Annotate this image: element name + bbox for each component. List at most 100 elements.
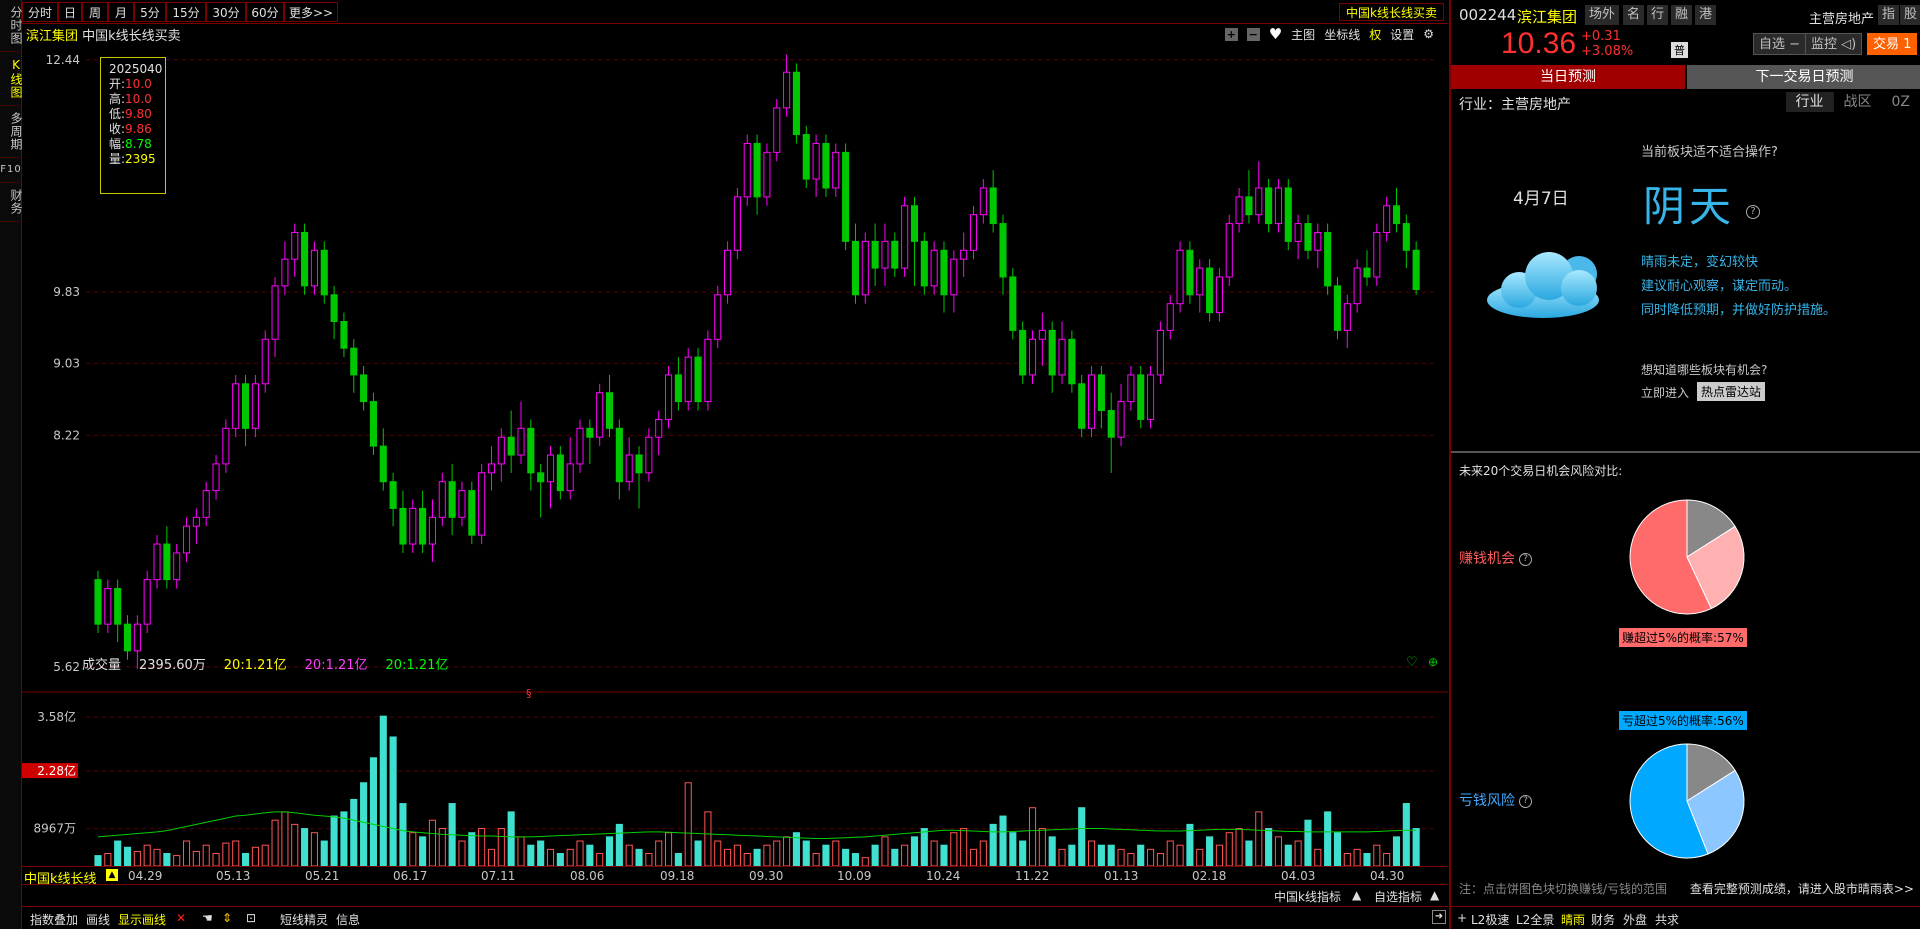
industry-button[interactable]: 行 xyxy=(1647,5,1669,25)
margin-button[interactable]: 融 xyxy=(1671,5,1693,25)
expand-icon[interactable]: ➜ xyxy=(1432,910,1446,924)
tab-kline[interactable]: K线图 xyxy=(0,52,23,106)
candle-body xyxy=(1392,205,1401,225)
period-day[interactable]: 日 xyxy=(58,2,82,22)
volume-bar xyxy=(507,811,515,866)
candle-body xyxy=(163,543,171,581)
candle-body xyxy=(438,481,446,518)
hot-radar-button[interactable]: 热点雷达站 xyxy=(1697,382,1766,401)
period-60min[interactable]: 60分 xyxy=(246,2,284,22)
indicator-switch-a[interactable]: 中国k线指标 xyxy=(1274,888,1341,905)
show-draw-button[interactable]: 显示画线 xyxy=(118,911,166,928)
zoom-in-icon[interactable]: + xyxy=(1224,27,1238,41)
tab-oz[interactable]: 0Z xyxy=(1882,92,1920,112)
rights-button[interactable]: 权 xyxy=(1369,26,1381,43)
indicator-tag[interactable]: 中国k线长线买卖 xyxy=(1339,3,1444,21)
candle-body xyxy=(1097,374,1105,412)
zoom-out-icon[interactable]: − xyxy=(1246,27,1260,41)
tab-zone[interactable]: 战区 xyxy=(1834,92,1882,112)
volume-ma3: 20:1.21亿 xyxy=(385,658,449,673)
volume-search-icon[interactable]: ⊕ xyxy=(1428,655,1438,669)
loss-help-icon[interactable]: ? xyxy=(1519,794,1532,808)
switch-up-icon-2[interactable]: ▲ xyxy=(1430,888,1439,902)
index-overlay-button[interactable]: 指数叠加 xyxy=(30,911,78,928)
shortline-elf-button[interactable]: 短线精灵 xyxy=(280,911,328,928)
gain-help-icon[interactable]: ? xyxy=(1519,552,1532,566)
volume-bar xyxy=(1137,844,1145,866)
period-15min[interactable]: 15分 xyxy=(166,2,206,22)
volume-bar xyxy=(851,853,860,866)
tab-together[interactable]: 共求 xyxy=(1655,911,1679,928)
volume-bar xyxy=(891,848,899,866)
volume-bar xyxy=(861,857,869,866)
name-button[interactable]: 名 xyxy=(1623,5,1645,25)
period-30min[interactable]: 30分 xyxy=(206,2,246,22)
draw-line-button[interactable]: 画线 xyxy=(86,911,110,928)
tab-f10[interactable]: F10 xyxy=(0,158,22,183)
hk-button[interactable]: 港 xyxy=(1695,5,1717,25)
otc-button[interactable]: 场外 xyxy=(1585,5,1620,25)
volume-bar xyxy=(1304,819,1312,866)
tab-weather[interactable]: 晴雨 xyxy=(1561,911,1585,928)
info-button[interactable]: 信息 xyxy=(336,911,360,928)
loss-pie-chart[interactable] xyxy=(1627,741,1747,861)
settings-button[interactable]: 设置 xyxy=(1390,26,1414,43)
settings-gear-icon[interactable]: ⚙ xyxy=(1423,27,1434,41)
tab-next-day-forecast[interactable]: 下一交易日预测 xyxy=(1687,65,1920,89)
period-month[interactable]: 月 xyxy=(108,2,134,22)
period-5min[interactable]: 5分 xyxy=(134,2,166,22)
candle-body xyxy=(1402,223,1410,251)
tab-finance[interactable]: 财务 xyxy=(0,183,23,222)
volume-bar xyxy=(822,844,830,866)
stock-corner-button[interactable]: 股 xyxy=(1900,5,1920,25)
info-date: 2025040 xyxy=(109,62,163,76)
candle-body xyxy=(950,258,958,296)
index-corner-button[interactable]: 指 xyxy=(1878,5,1900,25)
volume-heart-icon[interactable]: ♡ xyxy=(1406,655,1418,670)
volume-bar xyxy=(1343,853,1351,866)
volume-bar xyxy=(301,828,309,866)
indicator-switch-b[interactable]: 自选指标 xyxy=(1374,888,1422,905)
tab-outer[interactable]: 外盘 xyxy=(1623,911,1647,928)
candle-body xyxy=(605,392,614,429)
period-week[interactable]: 周 xyxy=(82,2,108,22)
enter-link[interactable]: 立即进入 xyxy=(1641,384,1689,401)
warning-icon[interactable]: ▲ xyxy=(106,869,118,881)
trade-button[interactable]: 交易 1 xyxy=(1867,33,1918,55)
tab-l2-speed[interactable]: L2极速 xyxy=(1471,911,1509,928)
tab-l2-full[interactable]: L2全景 xyxy=(1516,911,1554,928)
kline-chart[interactable]: 12.44 9.83 9.03 8.22 5.62 § 3.58亿 2.28亿 8967万 xyxy=(22,42,1448,866)
plus-icon[interactable]: + xyxy=(1457,911,1467,925)
coord-line-button[interactable]: 坐标线 xyxy=(1324,26,1360,43)
gain-pie-chart[interactable] xyxy=(1627,497,1747,617)
candle-body xyxy=(1048,329,1056,376)
delete-icon[interactable]: ✕ xyxy=(176,911,186,925)
heart-icon[interactable]: ♥ xyxy=(1269,25,1282,43)
tab-industry[interactable]: 行业 xyxy=(1785,92,1834,112)
period-more[interactable]: 更多>> xyxy=(284,2,338,22)
watchlist-button[interactable]: 自选 − xyxy=(1753,33,1807,55)
tab-today-forecast[interactable]: 当日预测 xyxy=(1451,65,1685,89)
main-chart-button[interactable]: 主图 xyxy=(1291,26,1315,43)
volume-bar xyxy=(1196,848,1204,866)
volume-header: 成交量 2395.60万 20:1.21亿 20:1.21亿 20:1.21亿 xyxy=(82,654,448,673)
candle-body xyxy=(251,383,259,429)
volume-bar xyxy=(645,853,653,866)
candle-body xyxy=(753,142,761,198)
monitor-button[interactable]: 监控 ◁) xyxy=(1805,33,1863,55)
tab-timeshare[interactable]: 分时图 xyxy=(0,0,23,52)
volume-bar xyxy=(615,823,623,866)
volume-bar xyxy=(1028,807,1037,866)
candle-body xyxy=(1373,231,1381,278)
help-icon[interactable]: ? xyxy=(1746,205,1760,219)
tab-finance-r[interactable]: 财务 xyxy=(1591,911,1615,928)
view-more-link[interactable]: 查看完整预测成绩，请进入股市晴雨表>> xyxy=(1690,880,1914,897)
move-icon[interactable]: ⇕ xyxy=(222,911,232,925)
tab-multi-period[interactable]: 多周期 xyxy=(0,106,23,158)
lock-icon[interactable]: ⊡ xyxy=(246,911,256,925)
hand-icon[interactable]: ☚ xyxy=(202,911,213,925)
switch-up-icon[interactable]: ▲ xyxy=(1352,888,1361,902)
period-timeshare[interactable]: 分时 xyxy=(22,2,58,22)
outlook-line-2: 建议耐心观察，谋定而动。 xyxy=(1641,279,1798,294)
volume-bar xyxy=(1402,803,1410,866)
